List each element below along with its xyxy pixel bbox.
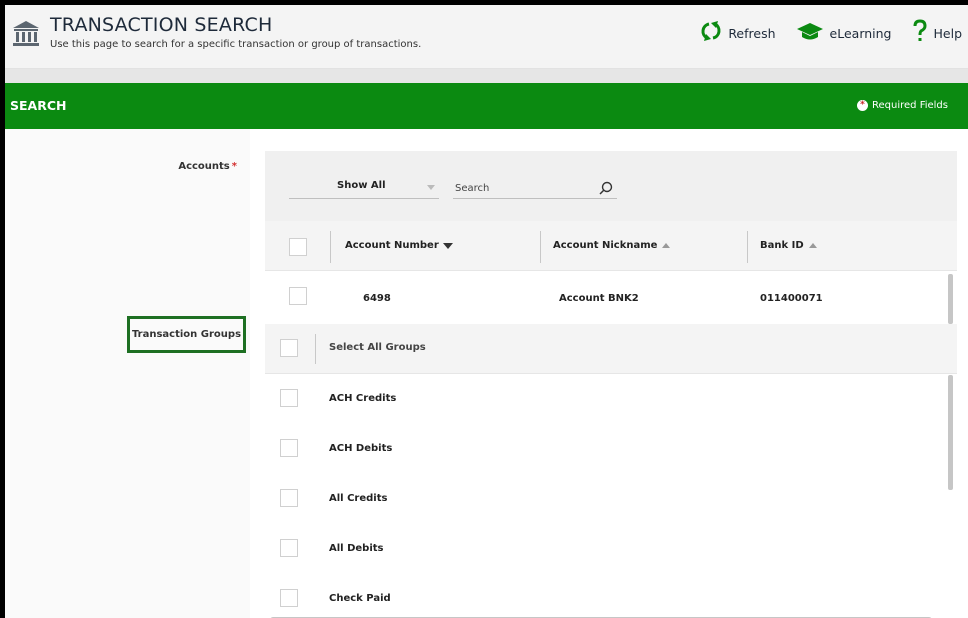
elearning-button[interactable]: eLearning bbox=[796, 20, 892, 46]
graduation-cap-icon bbox=[796, 20, 824, 46]
sort-desc-icon bbox=[442, 242, 453, 249]
accounts-label: Accounts * bbox=[5, 161, 237, 172]
group-label: ACH Credits bbox=[329, 393, 397, 404]
groups-scrollbar[interactable] bbox=[948, 375, 953, 490]
bank-id-cell: 011400071 bbox=[760, 293, 823, 304]
list-item[interactable]: All Debits bbox=[265, 524, 945, 574]
group-checkbox[interactable] bbox=[280, 589, 298, 607]
account-row-checkbox[interactable] bbox=[289, 287, 307, 305]
page-subtitle: Use this page to search for a specific t… bbox=[50, 39, 422, 50]
accounts-label-text: Accounts bbox=[178, 161, 230, 172]
column-bank-id[interactable]: Bank ID bbox=[760, 240, 817, 251]
required-fields-label: Required Fields bbox=[872, 100, 948, 111]
column-divider bbox=[315, 334, 316, 364]
transaction-groups-label: Transaction Groups bbox=[127, 316, 246, 353]
search-icon[interactable] bbox=[599, 180, 613, 199]
accounts-table-header: Account Number Account Nickname Bank ID bbox=[265, 221, 957, 271]
column-divider bbox=[540, 231, 541, 263]
group-label: All Credits bbox=[329, 493, 388, 504]
sort-asc-icon bbox=[662, 243, 671, 248]
label-column bbox=[5, 129, 250, 618]
refresh-icon bbox=[700, 20, 722, 46]
required-fields-note: * Required Fields bbox=[857, 100, 948, 111]
transaction-groups-panel: Select All Groups ACH Credits ACH Debits… bbox=[265, 324, 957, 618]
group-checkbox[interactable] bbox=[280, 389, 298, 407]
help-button[interactable]: Help bbox=[912, 19, 963, 47]
column-divider bbox=[747, 231, 748, 263]
page-header: TRANSACTION SEARCH Use this page to sear… bbox=[5, 5, 968, 69]
list-item[interactable]: ACH Credits bbox=[265, 374, 945, 424]
elearning-label: eLearning bbox=[829, 25, 892, 41]
accounts-scrollbar[interactable] bbox=[948, 274, 953, 324]
search-section-bar: SEARCH * Required Fields bbox=[5, 83, 968, 129]
column-divider bbox=[330, 231, 331, 263]
sort-asc-icon bbox=[808, 243, 817, 248]
chevron-down-icon bbox=[427, 185, 435, 190]
header-divider bbox=[5, 69, 968, 83]
page-title: TRANSACTION SEARCH bbox=[50, 14, 273, 36]
group-checkbox[interactable] bbox=[280, 539, 298, 557]
bank-icon bbox=[11, 19, 41, 49]
refresh-button[interactable]: Refresh bbox=[700, 20, 776, 46]
required-star: * bbox=[231, 161, 237, 172]
header-actions: Refresh eLearning Help bbox=[700, 19, 968, 47]
account-number-cell: 6498 bbox=[363, 293, 391, 304]
accounts-panel: Show All Account Number Ac bbox=[265, 151, 957, 324]
column-account-number[interactable]: Account Number bbox=[345, 240, 453, 251]
account-nickname-cell: Account BNK2 bbox=[559, 293, 639, 304]
group-checkbox[interactable] bbox=[280, 489, 298, 507]
show-all-value: Show All bbox=[337, 180, 386, 191]
transaction-groups-header: Select All Groups bbox=[265, 324, 957, 374]
group-checkbox[interactable] bbox=[280, 439, 298, 457]
show-all-dropdown[interactable]: Show All bbox=[289, 179, 439, 199]
column-bank-id-label: Bank ID bbox=[760, 240, 804, 251]
app-window: TRANSACTION SEARCH Use this page to sear… bbox=[0, 0, 968, 618]
group-label: All Debits bbox=[329, 543, 384, 554]
column-account-nickname[interactable]: Account Nickname bbox=[553, 240, 671, 251]
group-label: Check Paid bbox=[329, 593, 391, 604]
account-search bbox=[453, 179, 617, 199]
required-star-icon: * bbox=[857, 100, 869, 111]
select-all-groups-checkbox[interactable] bbox=[280, 339, 298, 357]
list-item[interactable]: All Credits bbox=[265, 474, 945, 524]
column-account-nickname-label: Account Nickname bbox=[553, 240, 658, 251]
list-item[interactable]: Check Paid bbox=[265, 574, 945, 618]
refresh-label: Refresh bbox=[728, 25, 776, 41]
question-mark-icon bbox=[912, 19, 928, 47]
section-title: SEARCH bbox=[10, 98, 67, 113]
group-label: ACH Debits bbox=[329, 443, 393, 454]
list-item[interactable]: ACH Debits bbox=[265, 424, 945, 474]
accounts-filter-row: Show All bbox=[265, 151, 957, 221]
column-account-number-label: Account Number bbox=[345, 240, 439, 251]
table-row[interactable]: 6498 Account BNK2 011400071 bbox=[265, 271, 957, 324]
select-all-accounts-checkbox[interactable] bbox=[289, 238, 307, 256]
help-label: Help bbox=[933, 25, 963, 41]
select-all-groups-label: Select All Groups bbox=[329, 342, 426, 353]
account-search-input[interactable] bbox=[455, 179, 585, 197]
